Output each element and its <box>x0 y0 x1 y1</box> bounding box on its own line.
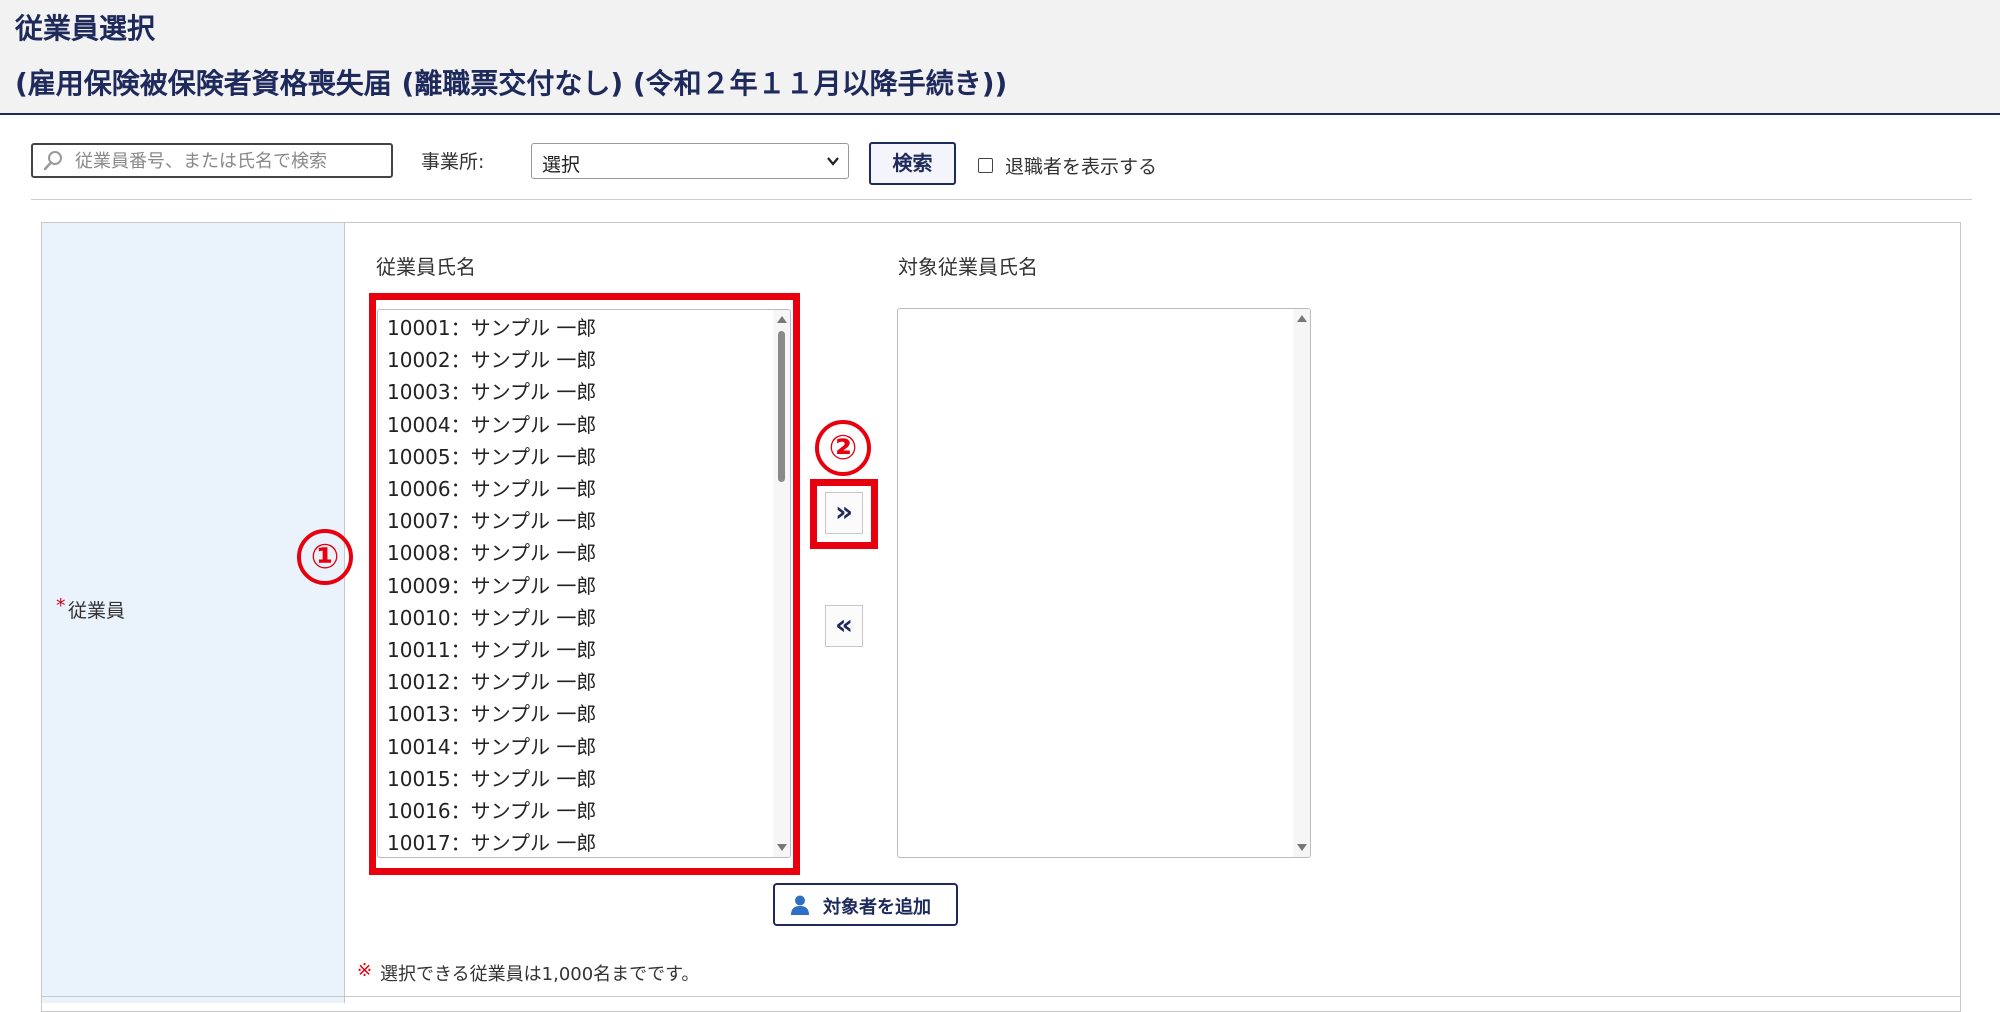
scroll-down-icon[interactable] <box>1297 844 1307 851</box>
move-left-button[interactable]: « <box>825 605 863 647</box>
add-target-button[interactable]: 対象者を追加 <box>773 883 958 926</box>
show-retired-label[interactable]: 退職者を表示する <box>1005 152 1157 179</box>
office-select[interactable]: 選択 <box>531 143 849 179</box>
target-scrollbar[interactable] <box>1293 309 1310 857</box>
selection-limit-note: 選択できる従業員は1,000名までです。 <box>380 964 700 985</box>
office-select-value: 選択 <box>542 154 581 176</box>
toolbar-divider <box>31 199 1972 200</box>
page-title: 従業員選択 <box>15 12 156 45</box>
table-row-divider <box>42 996 1961 997</box>
target-list-header: 対象従業員氏名 <box>898 255 1038 279</box>
person-icon <box>791 895 809 915</box>
annotation-callout-2: ② <box>815 420 871 476</box>
note-mark: ※ <box>357 960 373 981</box>
required-mark: * <box>56 595 66 617</box>
search-icon <box>43 151 62 171</box>
annotation-highlight-move <box>810 479 878 549</box>
source-list-header: 従業員氏名 <box>376 255 476 279</box>
search-input[interactable] <box>73 147 387 176</box>
annotation-highlight-source <box>369 293 800 875</box>
employee-field-label: 従業員 <box>68 600 126 622</box>
search-box[interactable] <box>31 143 393 178</box>
office-label: 事業所: <box>421 151 485 173</box>
page-subtitle: (雇用保険被保険者資格喪失届 (離職票交付なし) (令和２年１１月以降手続き)) <box>15 67 1008 100</box>
show-retired-checkbox[interactable] <box>978 158 993 173</box>
chevron-down-icon <box>827 157 839 166</box>
target-employee-listbox[interactable] <box>897 308 1311 858</box>
search-button[interactable]: 検索 <box>869 142 956 185</box>
page-header: 従業員選択 (雇用保険被保険者資格喪失届 (離職票交付なし) (令和２年１１月以… <box>0 0 2000 115</box>
scroll-up-icon[interactable] <box>1297 315 1307 322</box>
annotation-callout-1: ① <box>297 529 353 585</box>
add-target-label: 対象者を追加 <box>823 897 931 918</box>
